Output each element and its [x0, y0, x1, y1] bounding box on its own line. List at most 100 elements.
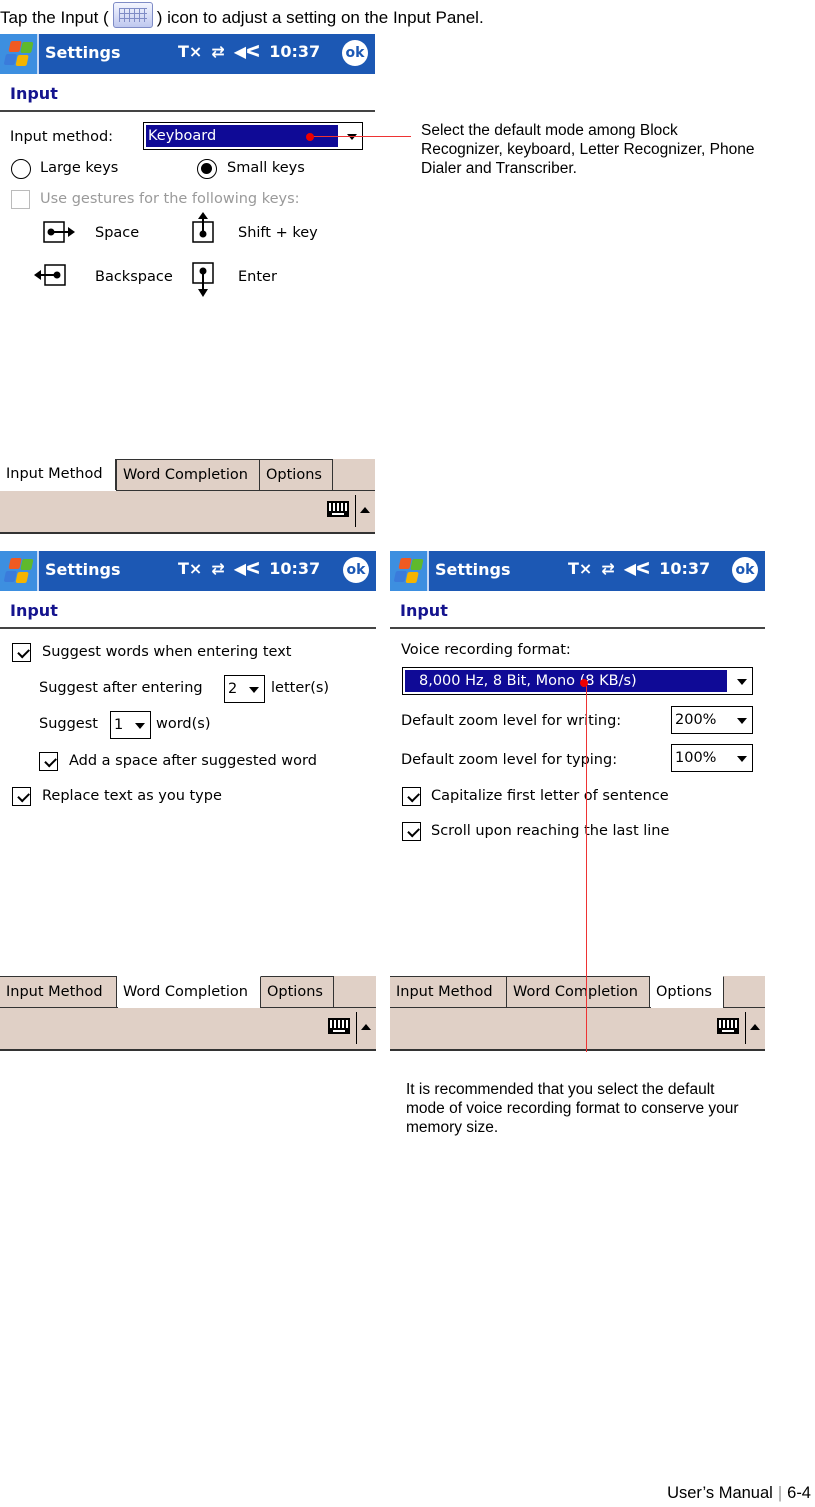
manual-title: User’s Manual	[667, 1484, 773, 1502]
zoom-typing-dropdown[interactable]: 100%	[671, 744, 753, 772]
chevron-down-icon	[249, 687, 259, 693]
use-gestures-label: Use gestures for the following keys:	[40, 191, 300, 207]
screen-word-completion: Settings T× ⇄ ◀ᐸ 10:37 ok Input Suggest wor…	[0, 551, 376, 1051]
connectivity-icon[interactable]: ⇄	[211, 559, 224, 578]
intro-text-before: Tap the Input (	[0, 8, 109, 27]
suggest-words-checkbox[interactable]	[12, 643, 31, 662]
header-divider	[0, 110, 375, 112]
callout-input-method: Select the default mode among Block Reco…	[421, 122, 755, 177]
backspace-label: Backspace	[95, 269, 173, 285]
shift-key-label: Shift + key	[238, 225, 318, 241]
menu-bar	[0, 1008, 376, 1051]
tab-input-method[interactable]: Input Method	[0, 459, 116, 490]
suggest-words-label: Suggest words when entering text	[42, 644, 292, 660]
screen-input-method: Settings T× ⇄ ◀ᐸ 10:37 ok Input Input metho…	[0, 34, 375, 534]
speaker-icon[interactable]: ◀ᐸ	[624, 559, 650, 578]
windows-flag-icon	[3, 558, 35, 584]
enter-gesture-icon	[192, 262, 214, 297]
keyboard-icon[interactable]	[717, 1018, 739, 1034]
keyboard-icon	[112, 2, 153, 28]
clock[interactable]: 10:37	[269, 559, 320, 578]
speaker-icon[interactable]: ◀ᐸ	[234, 42, 260, 61]
scroll-label: Scroll upon reaching the last line	[431, 823, 670, 839]
ok-button[interactable]: ok	[342, 40, 368, 66]
tab-options[interactable]: Options	[261, 976, 334, 1007]
space-gesture-icon	[43, 221, 75, 243]
capitalize-checkbox[interactable]	[402, 787, 421, 806]
antenna-off-icon[interactable]: T×	[178, 559, 202, 578]
suggest-after-unit: letter(s)	[271, 680, 330, 696]
small-keys-radio[interactable]	[197, 159, 217, 179]
capitalize-label: Capitalize first letter of sentence	[431, 788, 669, 804]
tab-strip: Input Method Word Completion Options	[0, 459, 375, 491]
screen-options: Settings T× ⇄ ◀ᐸ 10:37 ok Input Voice recor…	[390, 551, 765, 1051]
connectivity-icon[interactable]: ⇄	[601, 559, 614, 578]
title-bar: Settings T× ⇄ ◀ᐸ 10:37 ok	[390, 551, 765, 591]
callout-line-input-method	[313, 136, 411, 137]
windows-flag-icon	[393, 558, 425, 584]
chevron-down-icon	[737, 718, 747, 724]
voice-format-label: Voice recording format:	[401, 642, 571, 658]
add-space-label: Add a space after suggested word	[69, 753, 317, 769]
large-keys-radio[interactable]	[11, 159, 31, 179]
antenna-off-icon[interactable]: T×	[178, 42, 202, 61]
start-button[interactable]	[390, 551, 429, 591]
tab-word-completion[interactable]: Word Completion	[116, 459, 260, 490]
tab-input-method[interactable]: Input Method	[390, 976, 507, 1007]
large-keys-label: Large keys	[40, 160, 119, 176]
chevron-down-icon	[347, 134, 357, 140]
tab-input-method[interactable]: Input Method	[0, 976, 117, 1007]
tab-options[interactable]: Options	[260, 459, 333, 490]
status-area[interactable]: T× ⇄ ◀ᐸ 10:37	[568, 559, 719, 578]
replace-text-checkbox[interactable]	[12, 787, 31, 806]
callout-dot-voice-format	[580, 679, 588, 687]
tab-options[interactable]: Options	[650, 976, 724, 1007]
antenna-off-icon[interactable]: T×	[568, 559, 592, 578]
use-gestures-checkbox[interactable]	[11, 190, 30, 209]
suggest-unit: word(s)	[156, 716, 211, 732]
clock[interactable]: 10:37	[659, 559, 710, 578]
title-bar: Settings T× ⇄ ◀ᐸ 10:37 ok	[0, 551, 376, 591]
start-button[interactable]	[0, 551, 39, 591]
suggest-after-value: 2	[228, 681, 238, 697]
add-space-checkbox[interactable]	[39, 752, 58, 771]
app-title: Settings	[45, 43, 121, 62]
chevron-down-icon	[737, 679, 747, 685]
page-number: 6-4	[787, 1484, 811, 1502]
ok-button[interactable]: ok	[343, 557, 369, 583]
status-area[interactable]: T× ⇄ ◀ᐸ 10:37	[178, 559, 329, 578]
header-divider	[0, 627, 376, 629]
status-area[interactable]: T× ⇄ ◀ᐸ 10:37	[178, 42, 329, 61]
zoom-typing-label: Default zoom level for typing:	[401, 752, 618, 768]
tab-word-completion[interactable]: Word Completion	[117, 976, 261, 1007]
menu-bar	[0, 491, 375, 534]
suggest-count-dropdown[interactable]: 1	[110, 711, 151, 739]
tab-strip: Input Method Word Completion Options	[390, 976, 765, 1008]
ok-button[interactable]: ok	[732, 557, 758, 583]
zoom-writing-dropdown[interactable]: 200%	[671, 706, 753, 734]
sip-up-arrow-icon[interactable]	[361, 1024, 371, 1030]
zoom-typing-value: 100%	[675, 750, 717, 766]
suggest-after-dropdown[interactable]: 2	[224, 675, 265, 703]
chevron-down-icon	[135, 723, 145, 729]
suggest-after-label: Suggest after entering	[39, 680, 203, 696]
sip-up-arrow-icon[interactable]	[750, 1024, 760, 1030]
connectivity-icon[interactable]: ⇄	[211, 42, 224, 61]
tab-word-completion[interactable]: Word Completion	[507, 976, 650, 1007]
clock[interactable]: 10:37	[269, 42, 320, 61]
sip-separator	[354, 495, 356, 527]
voice-format-dropdown[interactable]: 8,000 Hz, 8 Bit, Mono (8 KB/s)	[402, 667, 753, 695]
speaker-icon[interactable]: ◀ᐸ	[234, 559, 260, 578]
input-method-label: Input method:	[10, 129, 114, 145]
voice-format-value: 8,000 Hz, 8 Bit, Mono (8 KB/s)	[405, 670, 727, 692]
start-button[interactable]	[0, 34, 39, 74]
header-divider	[390, 627, 765, 629]
keyboard-icon[interactable]	[328, 1018, 350, 1034]
page-header: Input	[10, 84, 58, 103]
sip-up-arrow-icon[interactable]	[360, 507, 370, 513]
callout-voice-format: It is recommended that you select the de…	[406, 1081, 739, 1136]
shift-gesture-icon	[192, 212, 214, 243]
keyboard-icon[interactable]	[327, 501, 349, 517]
scroll-checkbox[interactable]	[402, 822, 421, 841]
zoom-writing-value: 200%	[675, 712, 717, 728]
